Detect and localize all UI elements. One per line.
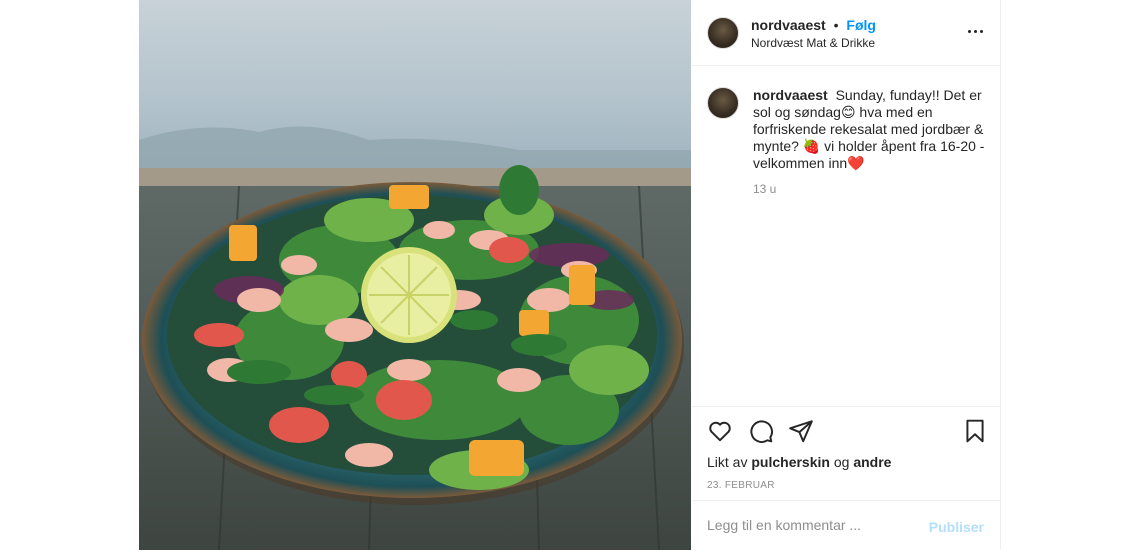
comment-input[interactable]	[707, 517, 917, 533]
separator-dot: •	[833, 17, 839, 33]
avatar[interactable]	[707, 17, 739, 49]
likes-line: Likt av pulcherskin og andre	[707, 454, 891, 470]
caption-area: nordvaaest Sunday, funday!! Det er sol o…	[692, 66, 1000, 407]
post-sidebar: nordvaaest • Følg Nordvæst Mat & Drikke …	[692, 0, 1001, 550]
post-image[interactable]	[139, 0, 691, 550]
header-username[interactable]: nordvaaest	[751, 17, 826, 33]
action-bar	[692, 414, 1000, 450]
follow-button[interactable]: Følg	[846, 17, 876, 33]
likes-prefix: Likt av	[707, 454, 748, 470]
likes-joiner: og	[833, 454, 850, 470]
more-options-icon[interactable]	[962, 18, 988, 44]
publish-button[interactable]: Publiser	[929, 519, 984, 535]
caption-avatar[interactable]	[707, 87, 739, 119]
post-date[interactable]: 23. FEBRUAR	[707, 480, 775, 491]
share-icon[interactable]	[788, 418, 814, 444]
comment-icon[interactable]	[748, 418, 774, 444]
bookmark-icon[interactable]	[962, 418, 988, 444]
salad-photo	[139, 0, 691, 550]
caption: nordvaaest Sunday, funday!! Det er sol o…	[753, 87, 993, 172]
heart-icon[interactable]	[707, 418, 733, 444]
liked-by-user[interactable]: pulcherskin	[751, 454, 830, 470]
comment-bar: Publiser	[692, 500, 1000, 551]
header-user-line: nordvaaest • Følg	[751, 17, 876, 33]
caption-username[interactable]: nordvaaest	[753, 87, 828, 103]
caption-age[interactable]: 13 u	[753, 182, 776, 196]
liked-by-others[interactable]: andre	[853, 454, 891, 470]
location-link[interactable]: Nordvæst Mat & Drikke	[751, 36, 875, 50]
post-header: nordvaaest • Følg Nordvæst Mat & Drikke	[692, 0, 1000, 66]
